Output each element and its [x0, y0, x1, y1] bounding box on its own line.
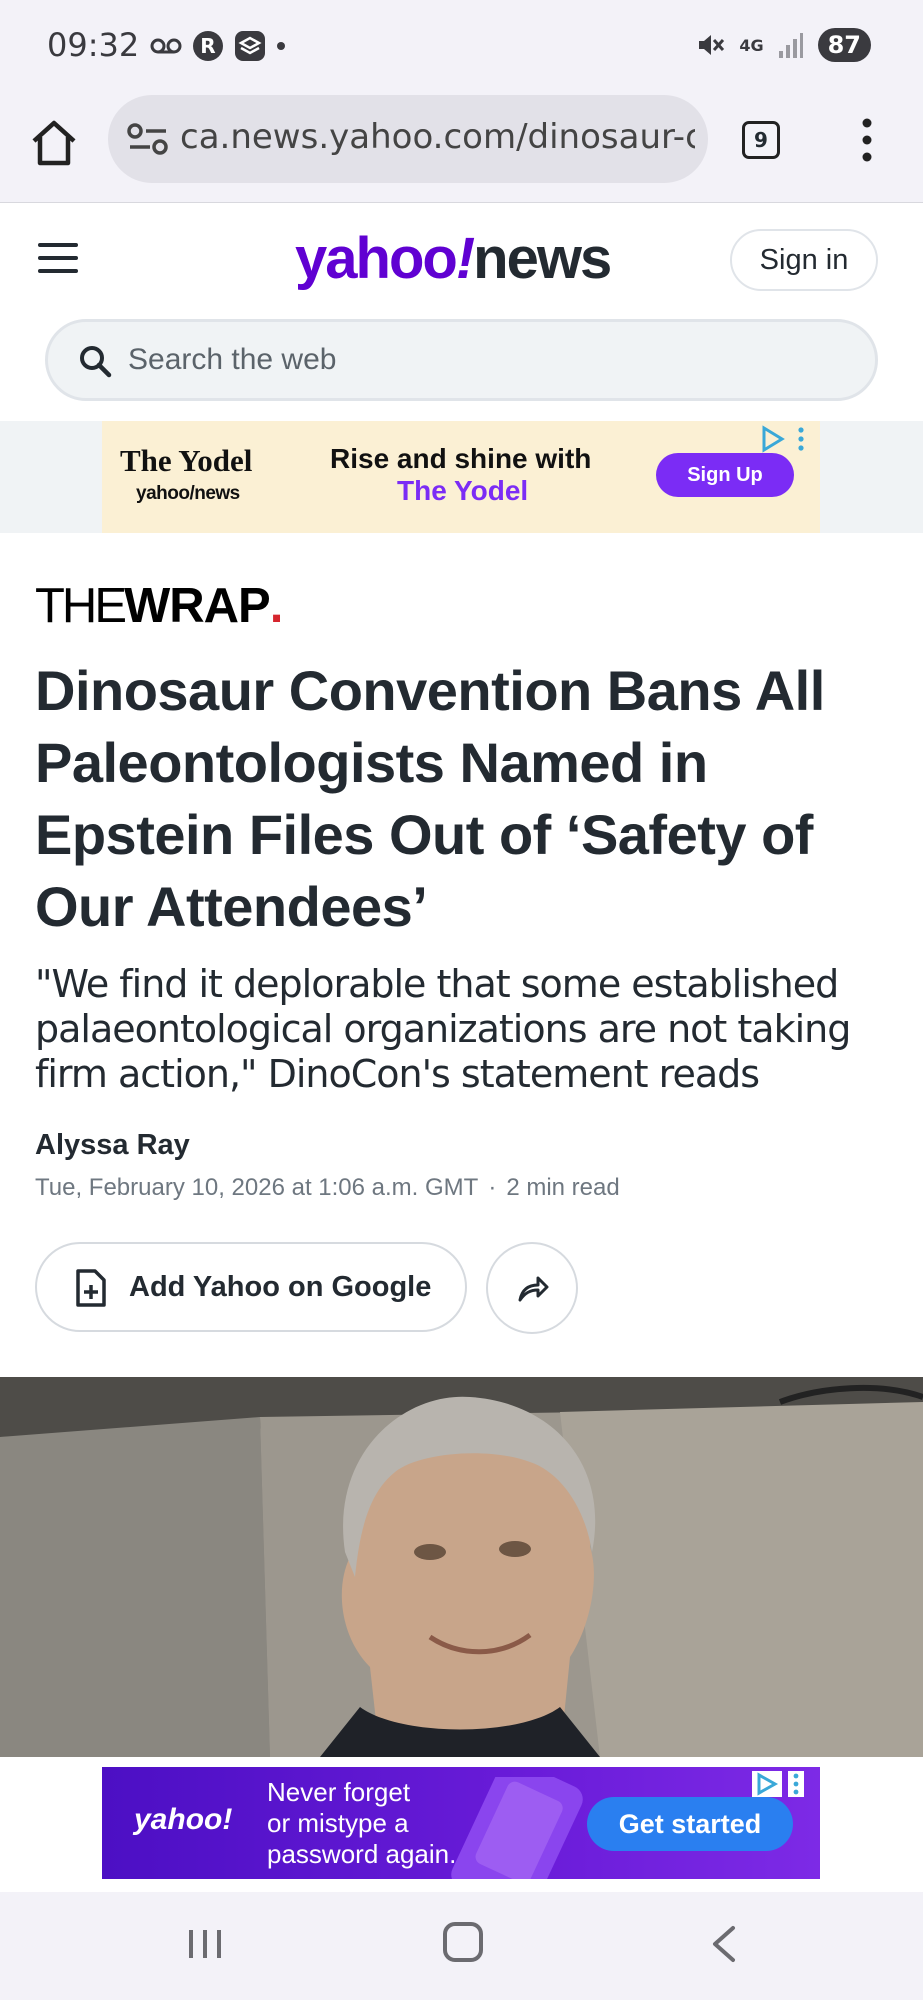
status-system-icons: 4G 87	[695, 28, 871, 62]
article-photo[interactable]	[0, 1377, 923, 1757]
network-type: 4G	[739, 35, 764, 55]
article-author[interactable]: Alyssa Ray	[35, 1129, 190, 1162]
ad-tagline-1: Rise and shine with	[330, 443, 592, 474]
ad-line-1: Never forget	[267, 1777, 411, 1807]
article-headline: Dinosaur Convention Bans All Paleontolog…	[35, 659, 825, 938]
ad-yahoo-logo: yahoo!	[134, 1803, 233, 1836]
add-document-icon	[76, 1269, 106, 1307]
ad-tagline-2: The Yodel	[397, 475, 529, 506]
bottom-ad-slot: yahoo! Never forget or mistype a passwor…	[0, 1757, 923, 1892]
ad-get-started-button[interactable]: Get started	[587, 1797, 793, 1851]
source-logo-the: THE	[35, 579, 127, 633]
browser-toolbar: ca.news.yahoo.com/dinosaur-c 9	[0, 95, 923, 203]
adchoices-icon[interactable]	[756, 425, 808, 453]
mute-icon	[699, 35, 725, 55]
logo-bang: !	[455, 226, 475, 291]
status-bar: 09:32 R 4G 87	[0, 0, 923, 95]
ad-line-2: or mistype a	[267, 1808, 409, 1838]
site-info-icon[interactable]	[126, 119, 170, 159]
stack-app-icon	[235, 31, 265, 61]
password-ad-banner[interactable]: yahoo! Never forget or mistype a passwor…	[102, 1767, 820, 1879]
more-vert-icon[interactable]	[852, 115, 882, 165]
battery-level: 87	[817, 28, 871, 62]
add-yahoo-on-google-label: Add Yahoo on Google	[129, 1271, 432, 1303]
article-read-time: 2 min read	[506, 1174, 620, 1201]
share-arrow-icon	[518, 1276, 549, 1302]
logo-yahoo: yahoo	[295, 226, 458, 291]
logo-news: news	[473, 226, 612, 291]
adchoices-icon[interactable]	[750, 1769, 810, 1799]
home-button-icon[interactable]	[443, 1922, 483, 1962]
dot-icon	[277, 42, 285, 50]
status-notification-icons: R	[150, 30, 286, 62]
r-app-icon: R	[193, 31, 223, 61]
source-logo-dot: .	[269, 579, 284, 633]
ad-line-3: password again.	[267, 1839, 457, 1869]
site-header: yahoo!news Sign in Search the web	[0, 203, 923, 421]
hamburger-menu-icon[interactable]	[38, 243, 78, 279]
meta-separator: ·	[488, 1174, 497, 1201]
signal-icon	[778, 33, 803, 58]
search-input[interactable]: Search the web	[45, 319, 878, 401]
home-icon[interactable]	[28, 117, 80, 169]
add-yahoo-on-google-button[interactable]: Add Yahoo on Google	[35, 1242, 467, 1332]
recent-apps-icon[interactable]	[185, 1924, 225, 1964]
yodel-ad-banner[interactable]: The Yodel yahoo/news Rise and shine with…	[102, 421, 820, 533]
url-text[interactable]: ca.news.yahoo.com/dinosaur-c	[180, 117, 695, 157]
svg-text:R: R	[200, 34, 215, 58]
source-logo-thewrap[interactable]: THEWRAP.	[35, 578, 284, 634]
yahoo-news-logo[interactable]: yahoo!news	[295, 225, 612, 292]
back-icon[interactable]	[705, 1924, 741, 1964]
source-logo-wrap: WRAP	[124, 579, 271, 633]
article-subhead: "We find it deplorable that some establi…	[35, 962, 851, 1096]
ad-phone-graphic	[451, 1777, 583, 1879]
ad-sign-up-button[interactable]: Sign Up	[656, 453, 794, 497]
ad-brand: The Yodel	[120, 443, 253, 478]
share-button[interactable]	[486, 1242, 578, 1334]
article-date: Tue, February 10, 2026 at 1:06 a.m. GMT	[35, 1174, 479, 1201]
voicemail-icon	[150, 38, 182, 54]
article-meta: Tue, February 10, 2026 at 1:06 a.m. GMT ·…	[35, 1174, 620, 1202]
search-placeholder: Search the web	[128, 343, 337, 376]
tab-switcher-button[interactable]: 9	[742, 121, 780, 159]
top-ad-slot: The Yodel yahoo/news Rise and shine with…	[0, 421, 923, 533]
article-photo-graphic	[0, 1377, 923, 1757]
search-icon	[80, 346, 112, 378]
sign-in-button[interactable]: Sign in	[730, 229, 878, 291]
address-bar[interactable]: ca.news.yahoo.com/dinosaur-c	[108, 95, 708, 183]
system-navigation-bar	[0, 1892, 923, 2000]
status-time: 09:32	[47, 26, 140, 64]
ad-brand-sub: yahoo/news	[136, 483, 240, 504]
